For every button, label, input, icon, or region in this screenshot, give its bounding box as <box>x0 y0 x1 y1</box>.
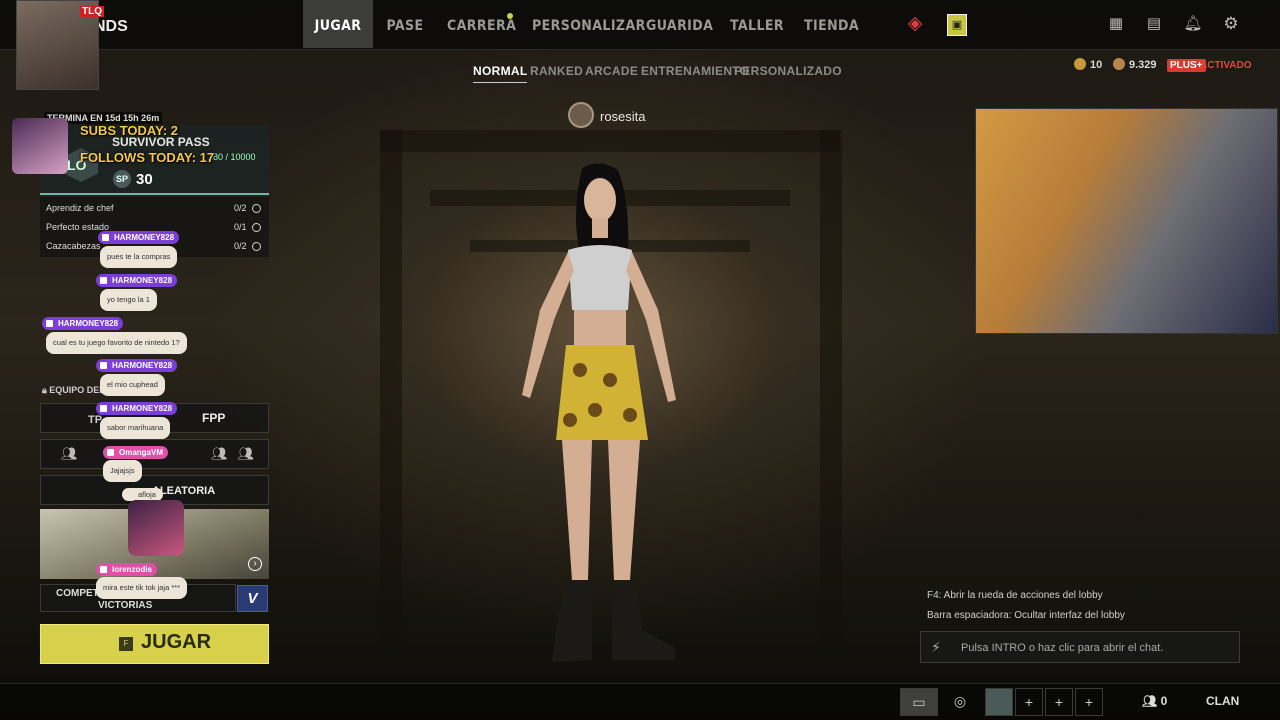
coin-icon <box>1074 58 1086 70</box>
subs-today: SUBS TODAY: 2 <box>80 123 179 138</box>
tunnel-beam <box>380 130 840 152</box>
player-name: rosesita <box>600 109 646 124</box>
chat-username: HARMONEY828 <box>98 231 180 244</box>
lightning-icon: ⚡︎ <box>931 639 941 655</box>
bell-icon[interactable]: 🔔︎ <box>1183 14 1203 34</box>
mission-count: 0/2 <box>234 241 247 251</box>
team-label: 🔒︎ EQUIPO DEL <box>42 385 105 395</box>
follows-today: FOLLOWS TODAY: 17 <box>80 150 215 165</box>
tab-tienda[interactable]: TIENDA <box>804 0 859 48</box>
add-party-button[interactable]: + <box>1075 688 1103 716</box>
mode-arcade[interactable]: ARCADE <box>585 64 638 78</box>
mode-normal[interactable]: NORMAL <box>473 64 528 83</box>
coin-value: 10 <box>1090 59 1103 71</box>
victory-badge[interactable]: V <box>237 585 268 612</box>
chat-username: lorenzodis <box>96 563 158 576</box>
sp-value: 30 <box>136 171 153 188</box>
player-emblem[interactable] <box>568 102 594 128</box>
party-slot-avatar[interactable] <box>985 688 1013 716</box>
add-party-button[interactable]: + <box>1015 688 1043 716</box>
check-icon <box>252 204 261 213</box>
chat-username: HARMONEY828 <box>96 274 178 287</box>
play-label: JUGAR <box>141 631 212 653</box>
chat-message: Jajajsjs <box>103 460 142 482</box>
chat-message: pues te la compras <box>100 246 178 268</box>
chat-message: el mio cuphead <box>100 374 165 396</box>
bp-value: 9.329 <box>1129 59 1157 71</box>
tab-taller[interactable]: TALLER <box>730 0 784 48</box>
stream-tag: TLQ <box>80 6 104 17</box>
hint-action-wheel: F4: Abrir la rueda de acciones del lobby <box>927 590 1103 601</box>
friends-count: 0 <box>1160 694 1168 708</box>
streamer-webcam <box>975 108 1278 334</box>
chat-message: yo tengo la 1 <box>100 289 157 311</box>
bp-icon <box>1113 58 1125 70</box>
mode-personalizado[interactable]: PERSONALIZADO <box>734 64 842 78</box>
record-icon[interactable]: ◎ <box>946 688 974 716</box>
friends-button[interactable]: 👥︎ 0 <box>1142 694 1167 708</box>
team-label-text: EQUIPO DEL <box>49 385 105 395</box>
clan-button[interactable]: CLAN <box>1206 694 1239 708</box>
card-icon[interactable]: ▣ <box>947 14 967 36</box>
hint-hide-ui: Barra espaciadora: Ocultar interfaz del … <box>927 610 1125 621</box>
event-logo-icon[interactable]: ◈ <box>905 14 925 34</box>
tunnel-beam <box>820 130 842 650</box>
add-party-button[interactable]: + <box>1045 688 1073 716</box>
mission-label: Aprendiz de chef <box>46 203 114 213</box>
pass-progress: 180 / 10000 <box>208 152 256 162</box>
mission-count: 0/1 <box>234 222 247 232</box>
mission-count: 0/2 <box>234 203 247 213</box>
notification-dot <box>507 13 513 19</box>
mode-ranked[interactable]: RANKED <box>530 64 583 78</box>
victories-label: VICTORIAS <box>98 600 153 611</box>
check-icon <box>252 242 261 251</box>
grid-icon[interactable]: ▦ <box>1106 14 1126 34</box>
plus-status: ACTIVADO <box>1200 60 1252 71</box>
tab-jugar[interactable]: JUGAR <box>303 0 373 48</box>
chat-message: mira este tik tok jaja *** <box>96 577 188 599</box>
fpp-option[interactable]: FPP <box>202 411 225 425</box>
game-logo: NDS <box>94 18 128 35</box>
player-character[interactable] <box>500 160 700 670</box>
news-icon[interactable]: ▤ <box>1144 14 1164 34</box>
arrow-right-icon[interactable]: › <box>248 557 262 571</box>
chat-toggle-icon[interactable]: ▭ <box>900 688 938 716</box>
tunnel-beam <box>380 130 402 650</box>
sp-icon: SP <box>113 170 131 188</box>
chat-message: sabor marihuana <box>100 417 171 439</box>
mission-label: Perfecto estado <box>46 222 110 232</box>
tab-carrera[interactable]: CARRERA <box>447 0 516 48</box>
chat-message: cual es tu juego favorito de nintedo 1? <box>46 332 187 354</box>
gear-icon[interactable]: ⚙ <box>1221 14 1241 34</box>
currency-coins[interactable]: 10 <box>1074 58 1102 71</box>
overlay-avatar <box>12 118 68 174</box>
tab-guarida[interactable]: GUARIDA <box>646 0 713 48</box>
chat-username: HARMONEY828 <box>96 402 178 415</box>
chat-placeholder: Pulsa INTRO o haz clic para abrir el cha… <box>961 642 1164 654</box>
chat-username: OmangaVM <box>103 446 169 459</box>
tab-pase[interactable]: PASE <box>381 0 429 48</box>
play-hotkey: F <box>119 637 133 651</box>
chat-username: HARMONEY828 <box>96 359 178 372</box>
check-icon <box>252 223 261 232</box>
chat-sticker <box>128 500 184 556</box>
tab-personalizar[interactable]: PERSONALIZAR <box>532 0 645 48</box>
chat-username: HARMONEY828 <box>42 317 124 330</box>
currency-bp[interactable]: 9.329 <box>1113 58 1157 71</box>
chat-input[interactable]: ⚡︎ Pulsa INTRO o haz clic para abrir el … <box>920 631 1240 663</box>
mission-label: Cazacabezas <box>46 241 101 251</box>
